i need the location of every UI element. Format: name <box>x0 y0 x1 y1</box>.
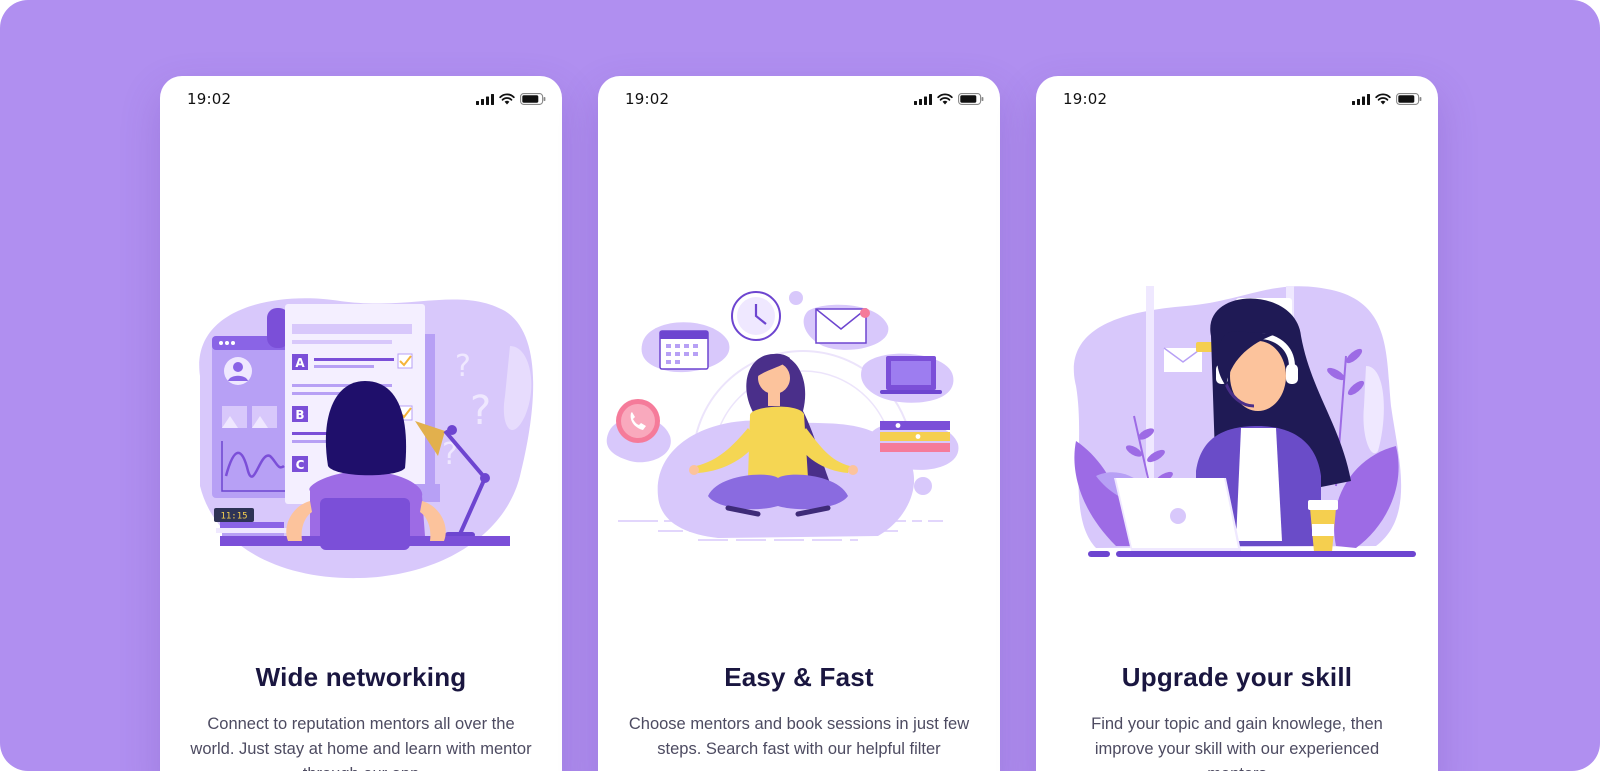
onboarding-screen-3: 19:02 Upgrade your skill Find your topic… <box>1036 76 1438 771</box>
onboarding-screen-2: 19:02 Easy & Fast Choose mentors and boo… <box>598 76 1000 771</box>
battery-icon <box>958 93 984 105</box>
svg-text:C: C <box>296 458 305 472</box>
screen-title: Easy & Fast <box>724 662 874 692</box>
status-time: 19:02 <box>625 90 670 108</box>
screen-description: Connect to reputation mentors all over t… <box>190 715 532 771</box>
checklist-item-c: C <box>292 456 308 472</box>
onboarding-screen-1: 19:02 11:15 A B C ? ? ? Wide networking … <box>160 76 562 771</box>
status-bar: 19:02 <box>1036 76 1438 120</box>
wifi-icon <box>499 93 515 105</box>
status-icons <box>1352 93 1422 105</box>
wifi-icon <box>937 93 953 105</box>
svg-text:B: B <box>295 408 304 422</box>
clock-icon <box>731 291 781 341</box>
screen-title: Upgrade your skill <box>1121 662 1353 692</box>
laptop-icon <box>880 356 942 394</box>
phone-call-icon <box>616 399 660 443</box>
laptop-icon <box>1114 478 1241 551</box>
screen-title: Wide networking <box>255 662 467 692</box>
digital-clock-readout: 11:15 <box>220 512 247 522</box>
svg-text:A: A <box>295 356 305 370</box>
signal-icon <box>914 93 932 105</box>
folders-icon <box>880 421 950 452</box>
status-time: 19:02 <box>1063 90 1108 108</box>
signal-icon <box>1352 93 1370 105</box>
status-bar: 19:02 <box>598 76 1000 120</box>
svg-text:?: ? <box>470 388 491 434</box>
background-canvas: 19:02 11:15 A B C ? ? ? Wide networking … <box>0 0 1600 771</box>
illustration-woman-with-headset <box>1073 286 1416 557</box>
status-icons <box>914 93 984 105</box>
wifi-icon <box>1375 93 1391 105</box>
mail-icon <box>815 308 870 344</box>
illustration-woman-meditating <box>606 291 959 541</box>
screen-description: Choose mentors and book sessions in just… <box>628 715 970 758</box>
svg-text:?: ? <box>455 349 471 384</box>
battery-icon <box>1396 93 1422 105</box>
calendar-icon <box>659 330 709 370</box>
illustration-woman-studying: 11:15 A B C ? ? ? <box>199 298 534 579</box>
battery-icon <box>520 93 546 105</box>
status-bar: 19:02 <box>160 76 562 120</box>
screen-description: Find your topic and gain knowlege, then … <box>1091 715 1383 771</box>
signal-icon <box>476 93 494 105</box>
status-time: 19:02 <box>187 90 232 108</box>
status-icons <box>476 93 546 105</box>
